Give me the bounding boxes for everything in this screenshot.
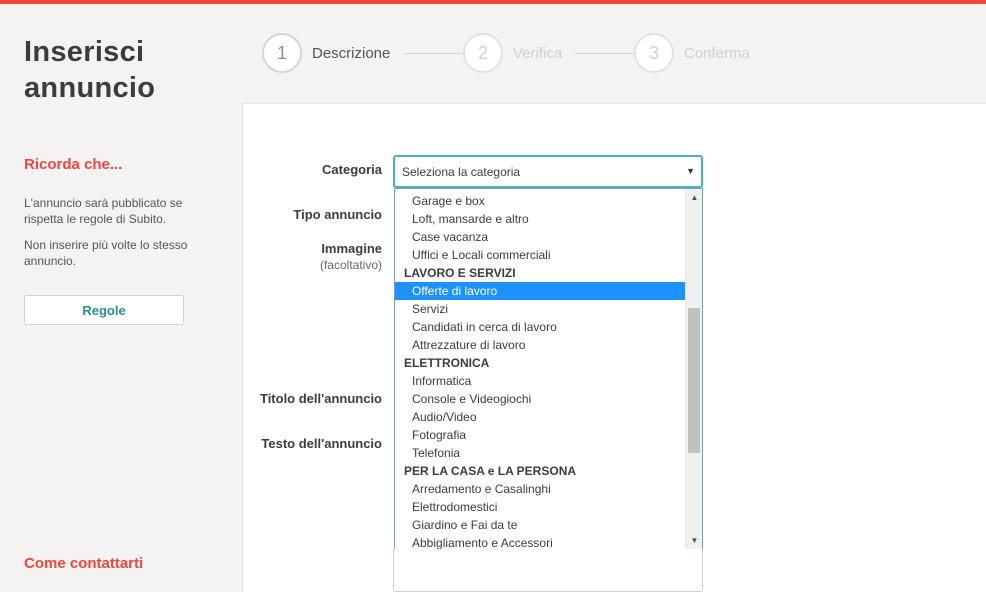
caret-down-icon: ▼: [686, 166, 695, 176]
step-number-2: 2: [463, 33, 503, 73]
scroll-up-icon[interactable]: ▲: [686, 189, 702, 206]
ad-text-label: Testo dell'annuncio: [261, 436, 382, 451]
dropdown-options: Garage e box Loft, mansarde e altro Case v…: [395, 192, 686, 549]
ad-title-label: Titolo dell'annuncio: [259, 391, 382, 406]
ad-text-field[interactable]: [393, 549, 703, 592]
dropdown-group-header: ELETTRONICA: [404, 356, 490, 370]
dropdown-option[interactable]: Case vacanza: [395, 228, 686, 246]
contact-title: Come contattarti: [24, 555, 144, 572]
dropdown-option[interactable]: Offerte di lavoro: [395, 282, 686, 300]
dropdown-option[interactable]: Attrezzature di lavoro: [395, 336, 686, 354]
scroll-down-icon[interactable]: ▼: [686, 532, 702, 549]
dropdown-option[interactable]: Garage e box: [395, 192, 686, 210]
image-label: Immagine: [321, 241, 382, 256]
stepper-connector-2: [574, 53, 634, 54]
top-accent-bar: [0, 0, 986, 4]
page-title-line1: Inserisci: [24, 36, 145, 68]
step-conferma: 3 Conferma: [634, 33, 750, 73]
dropdown-option[interactable]: Uffici e Locali commerciali: [395, 246, 686, 264]
page-title-line2: annuncio: [24, 72, 156, 104]
step-label-1: Descrizione: [312, 44, 391, 62]
category-select[interactable]: Seleziona la categoria ▼: [393, 155, 703, 188]
dropdown-option[interactable]: Console e Videogiochi: [395, 390, 686, 408]
dropdown-option[interactable]: Candidati in cerca di lavoro: [395, 318, 686, 336]
category-select-value: Seleziona la categoria: [402, 164, 521, 179]
dropdown-option[interactable]: Elettrodomestici: [395, 498, 686, 516]
step-descrizione: 1 Descrizione: [262, 33, 390, 73]
step-number-3: 3: [634, 33, 674, 73]
ad-type-label: Tipo annuncio: [293, 207, 382, 222]
dropdown-option[interactable]: Loft, mansarde e altro: [395, 210, 686, 228]
step-label-3: Conferma: [684, 44, 750, 62]
dropdown-option[interactable]: Fotografia: [395, 426, 686, 444]
category-dropdown-list[interactable]: Garage e box Loft, mansarde e altro Case v…: [394, 188, 703, 550]
stepper-connector-1: [404, 53, 462, 54]
step-verifica: 2 Verifica: [463, 33, 562, 73]
step-number-1: 1: [262, 33, 302, 73]
dropdown-option[interactable]: Informatica: [395, 372, 686, 390]
dropdown-option[interactable]: Telefonia: [395, 444, 686, 462]
dropdown-scrollbar[interactable]: ▲ ▼: [685, 189, 702, 549]
dropdown-option[interactable]: Abbigliamento e Accessori: [395, 534, 686, 549]
dropdown-group-header: PER LA CASA e LA PERSONA: [404, 464, 577, 478]
scrollbar-thumb[interactable]: [688, 308, 700, 453]
dropdown-option[interactable]: Audio/Video: [395, 408, 686, 426]
rules-button[interactable]: Regole: [24, 295, 184, 325]
image-optional-note: (facoltativo): [319, 258, 382, 272]
reminder-title: Ricorda che...: [24, 156, 123, 173]
page-title: Inserisci annuncio: [24, 34, 155, 106]
reminder-text-1: L'annuncio sarà pubblicato se rispetta l…: [24, 196, 183, 226]
reminder-text-2: Non inserire più volte lo stesso annunci…: [24, 238, 188, 268]
dropdown-group-header: LAVORO E SERVIZI: [404, 266, 516, 280]
dropdown-option[interactable]: Servizi: [395, 300, 686, 318]
step-label-2: Verifica: [513, 44, 563, 62]
category-label: Categoria: [322, 162, 382, 177]
dropdown-option[interactable]: Giardino e Fai da te: [395, 516, 686, 534]
dropdown-option[interactable]: Arredamento e Casalinghi: [395, 480, 686, 498]
